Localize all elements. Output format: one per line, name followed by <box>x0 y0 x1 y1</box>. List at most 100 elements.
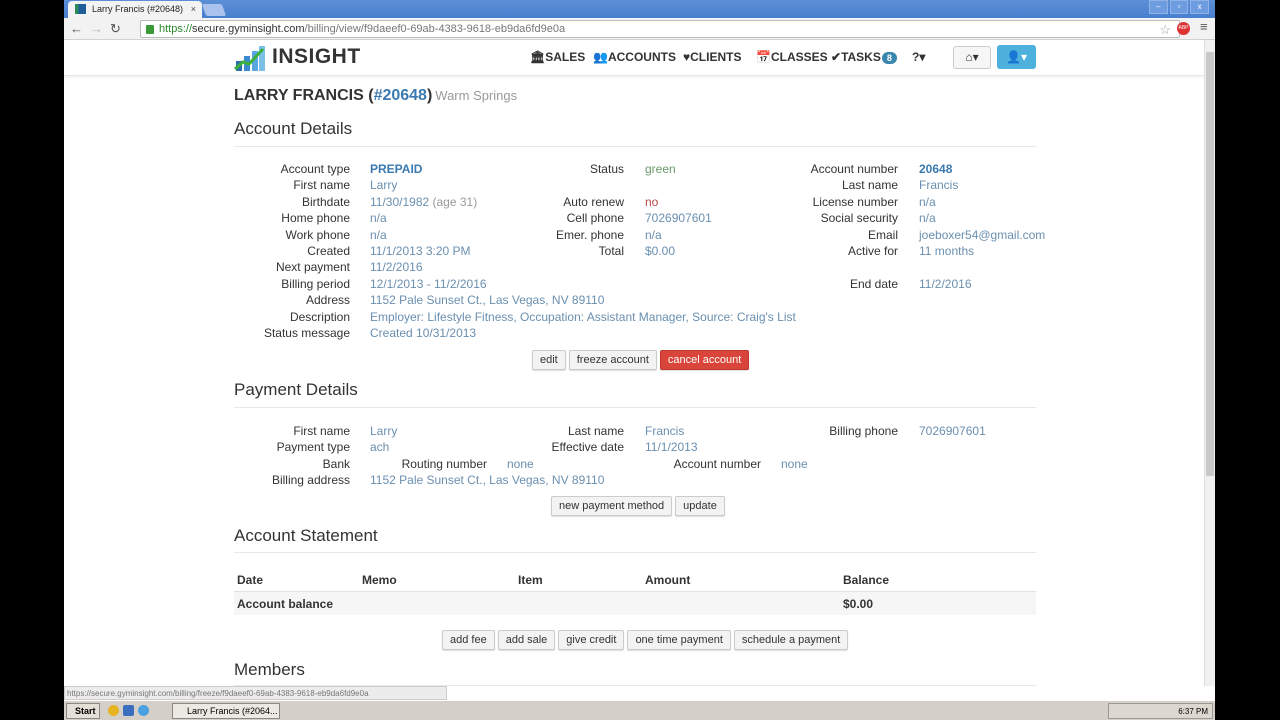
nav-accounts[interactable]: 👥ACCOUNTS <box>593 50 676 64</box>
ie-quicklaunch-icon[interactable] <box>138 705 149 716</box>
restore-icon[interactable]: ▫ <box>1169 0 1189 14</box>
balance-label: Account balance <box>237 597 334 611</box>
chrome-menu-icon[interactable]: ≡ <box>1200 19 1208 34</box>
birthdate-value: 11/30/1982 (age 31) <box>370 195 477 209</box>
taskbar-task-chrome[interactable]: Larry Francis (#2064... <box>172 703 280 719</box>
first-name-value: Larry <box>370 424 397 438</box>
address-bar[interactable]: https://secure.gyminsight.com/billing/vi… <box>140 20 1180 38</box>
client-location: Warm Springs <box>435 88 518 103</box>
nav-sales[interactable]: 🏛SALES <box>530 50 585 64</box>
value-text: 7026907601 <box>645 211 712 226</box>
bank-account-number-label: Account number <box>673 457 761 471</box>
tab-title: Larry Francis (#20648) <box>92 4 184 14</box>
col-balance: Balance <box>843 573 890 587</box>
browser-toolbar: ← → ↻ https://secure.gyminsight.com/bill… <box>64 18 1215 40</box>
account-statement-heading: Account Statement <box>234 526 378 545</box>
bookmark-star-icon[interactable]: ☆ <box>1159 22 1171 38</box>
home-dropdown-button[interactable]: ⌂▾ <box>953 46 991 69</box>
browser-tab[interactable]: Larry Francis (#20648) × <box>68 1 202 18</box>
url-protocol: https:// <box>159 23 193 35</box>
url-path: /billing/view/f9daeef0-69ab-4383-9618-eb… <box>304 23 566 35</box>
tab-close-icon[interactable]: × <box>191 4 196 14</box>
effective-date-value: 11/1/2013 <box>645 440 698 454</box>
account-actions: edit freeze account cancel account <box>532 350 750 370</box>
emer-phone-value: n/a <box>645 228 662 242</box>
forward-icon[interactable]: → <box>90 21 103 36</box>
value-text: 11/30/1982 <box>370 194 430 209</box>
client-number[interactable]: #20648 <box>374 87 427 104</box>
logo-text[interactable]: INSIGHT <box>272 45 361 69</box>
value-text: n/a <box>919 194 936 209</box>
nav-label: CLASSES <box>770 50 828 64</box>
bank-label: Bank <box>322 457 350 471</box>
first-name-value: Larry <box>370 178 397 192</box>
navbar: INSIGHT 🏛SALES 👥ACCOUNTS ♥CLIENTS 📅CLASS… <box>64 40 1204 76</box>
url-host: secure.gyminsight.com <box>192 23 305 35</box>
value-text: ach <box>370 440 390 455</box>
nav-label: ACCOUNTS <box>607 50 676 64</box>
status-label: Status <box>589 162 624 176</box>
value-text: 11/1/2013 <box>645 440 698 455</box>
nav-clients[interactable]: ♥CLIENTS <box>683 50 741 64</box>
auto-renew-value: no <box>645 195 658 209</box>
start-button[interactable]: Start <box>66 703 100 719</box>
user-dropdown-button[interactable]: 👤▾ <box>997 45 1036 69</box>
last-name-label: Last name <box>841 178 898 193</box>
address-value: 1152 Pale Sunset Ct., Las Vegas, NV 8911… <box>370 293 604 307</box>
edit-button[interactable]: edit <box>532 350 566 370</box>
add-fee-button[interactable]: add fee <box>442 630 495 650</box>
logo-icon[interactable] <box>234 45 266 72</box>
add-sale-button[interactable]: add sale <box>497 630 556 650</box>
value-text: Larry <box>370 178 398 193</box>
value-text: no <box>645 194 659 209</box>
update-button[interactable]: update <box>675 496 725 516</box>
payment-type-value: ach <box>370 440 389 454</box>
cell-phone-label: Cell phone <box>566 211 624 226</box>
value-text: Francis <box>645 424 685 438</box>
value-text: 12/1/2013 - 11/2/2016 <box>370 276 487 291</box>
license-number-label: License number <box>812 194 898 209</box>
mail-quicklaunch-icon[interactable] <box>123 705 134 716</box>
value-text: n/a <box>370 227 387 242</box>
give-credit-button[interactable]: give credit <box>558 630 625 650</box>
clock: 6:37 PM <box>1178 707 1208 716</box>
adblock-icon[interactable]: ABP <box>1177 22 1190 35</box>
reload-icon[interactable]: ↻ <box>110 21 121 37</box>
table-row: Account balance $0.00 <box>234 591 1036 615</box>
system-tray: 6:37 PM <box>1108 703 1213 719</box>
divider <box>234 146 1036 147</box>
col-item: Item <box>518 573 543 587</box>
next-payment-value: 11/2/2016 <box>370 260 423 274</box>
schedule-payment-button[interactable]: schedule a payment <box>733 630 849 650</box>
new-tab-button[interactable] <box>201 4 227 16</box>
value-text: Francis <box>919 178 959 193</box>
cancel-account-button[interactable]: cancel account <box>659 350 750 370</box>
minimize-icon[interactable]: – <box>1149 0 1168 14</box>
value-text: 11 months <box>919 244 975 258</box>
lock-icon <box>146 25 154 34</box>
one-time-payment-button[interactable]: one time payment <box>627 630 731 650</box>
scrollbar-thumb[interactable] <box>1206 52 1214 476</box>
created-label: Created <box>307 244 350 258</box>
first-name-label: First name <box>293 424 350 438</box>
close-window-icon[interactable]: x <box>1190 0 1210 14</box>
freeze-account-button[interactable]: freeze account <box>568 350 657 370</box>
chrome-quicklaunch-icon[interactable] <box>108 705 119 716</box>
last-name-value: Francis <box>919 178 958 192</box>
balance-value: $0.00 <box>843 597 874 611</box>
account-number-value: 20648 <box>919 162 952 176</box>
end-date-label: End date <box>849 276 898 291</box>
value-text: joeboxer54@gmail.com <box>919 227 1046 242</box>
back-icon[interactable]: ← <box>70 21 83 36</box>
nav-tasks[interactable]: ✔TASKS 8 <box>831 50 897 64</box>
value-text: Larry <box>370 424 398 438</box>
auto-renew-label: Auto renew <box>563 194 624 209</box>
nav-help[interactable]: ?▾ <box>912 50 925 64</box>
value-text: n/a <box>645 227 662 242</box>
birthdate-label: Birthdate <box>301 194 350 209</box>
nav-classes[interactable]: 📅CLASSES <box>756 50 828 64</box>
members-heading: Members <box>234 660 305 679</box>
status-value: green <box>645 162 676 176</box>
new-payment-method-button[interactable]: new payment method <box>551 496 673 516</box>
browser-window: Larry Francis (#20648) × – ▫ x ← → ↻ htt… <box>64 0 1215 720</box>
